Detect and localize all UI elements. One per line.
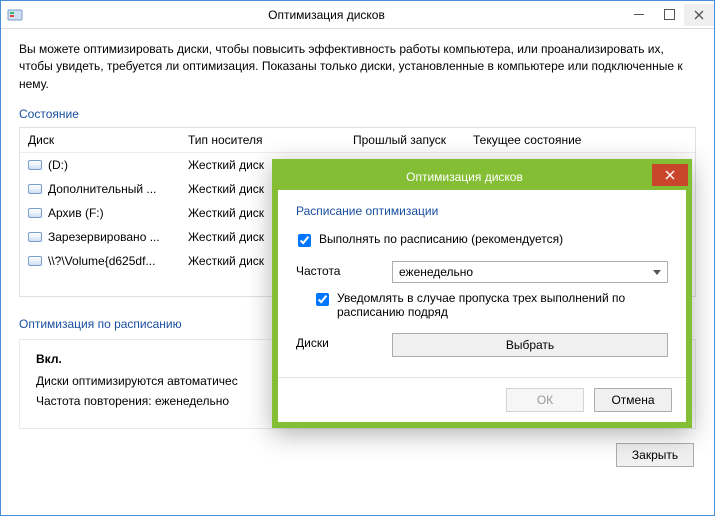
dialog-body: Расписание оптимизации Выполнять по расп…: [278, 190, 686, 377]
dialog-footer: ОК Отмена: [278, 377, 686, 422]
choose-disks-button[interactable]: Выбрать: [392, 333, 668, 357]
disks-label: Диски: [296, 333, 392, 350]
run-on-schedule-label: Выполнять по расписанию (рекомендуется): [319, 232, 563, 246]
table-header: Диск Тип носителя Прошлый запуск Текущее…: [20, 128, 695, 153]
drive-icon: [28, 184, 42, 194]
dialog-heading: Расписание оптимизации: [296, 204, 668, 218]
disk-name: \\?\Volume{d625df...: [48, 254, 155, 268]
dialog-titlebar: Оптимизация дисков: [277, 164, 687, 190]
run-on-schedule-checkbox[interactable]: [298, 234, 311, 247]
ok-button[interactable]: ОК: [506, 388, 584, 412]
col-last-header[interactable]: Прошлый запуск: [345, 128, 465, 152]
state-section-label: Состояние: [19, 107, 696, 121]
drive-icon: [28, 160, 42, 170]
col-state-header[interactable]: Текущее состояние: [465, 128, 695, 152]
schedule-dialog: Оптимизация дисков Расписание оптимизаци…: [272, 159, 692, 428]
cancel-button[interactable]: Отмена: [594, 388, 672, 412]
app-icon: [7, 7, 23, 23]
notify-label: Уведомлять в случае пропуска трех выполн…: [337, 291, 668, 319]
drive-icon: [28, 232, 42, 242]
drive-icon: [28, 208, 42, 218]
drive-icon: [28, 256, 42, 266]
disk-name: Архив (F:): [48, 206, 104, 220]
close-button[interactable]: [684, 4, 714, 26]
dialog-title: Оптимизация дисков: [277, 170, 652, 184]
window-title: Оптимизация дисков: [29, 8, 624, 22]
disk-name: Зарезервировано ...: [48, 230, 160, 244]
window-controls: [624, 4, 714, 26]
close-main-button[interactable]: Закрыть: [616, 443, 694, 467]
disk-name: Дополнительный ...: [48, 182, 156, 196]
description-text: Вы можете оптимизировать диски, чтобы по…: [19, 41, 696, 93]
frequency-value: еженедельно: [399, 265, 473, 279]
titlebar: Оптимизация дисков: [1, 1, 714, 29]
notify-checkbox[interactable]: [316, 293, 329, 306]
col-type-header[interactable]: Тип носителя: [180, 128, 345, 152]
frequency-label: Частота: [296, 261, 392, 278]
main-footer: Закрыть: [19, 443, 696, 467]
disk-name: (D:): [48, 158, 68, 172]
frequency-select[interactable]: еженедельно: [392, 261, 668, 283]
chevron-down-icon: [653, 270, 661, 275]
maximize-button[interactable]: [654, 4, 684, 26]
dialog-close-button[interactable]: [652, 164, 688, 186]
col-disk-header[interactable]: Диск: [20, 128, 180, 152]
minimize-button[interactable]: [624, 4, 654, 26]
